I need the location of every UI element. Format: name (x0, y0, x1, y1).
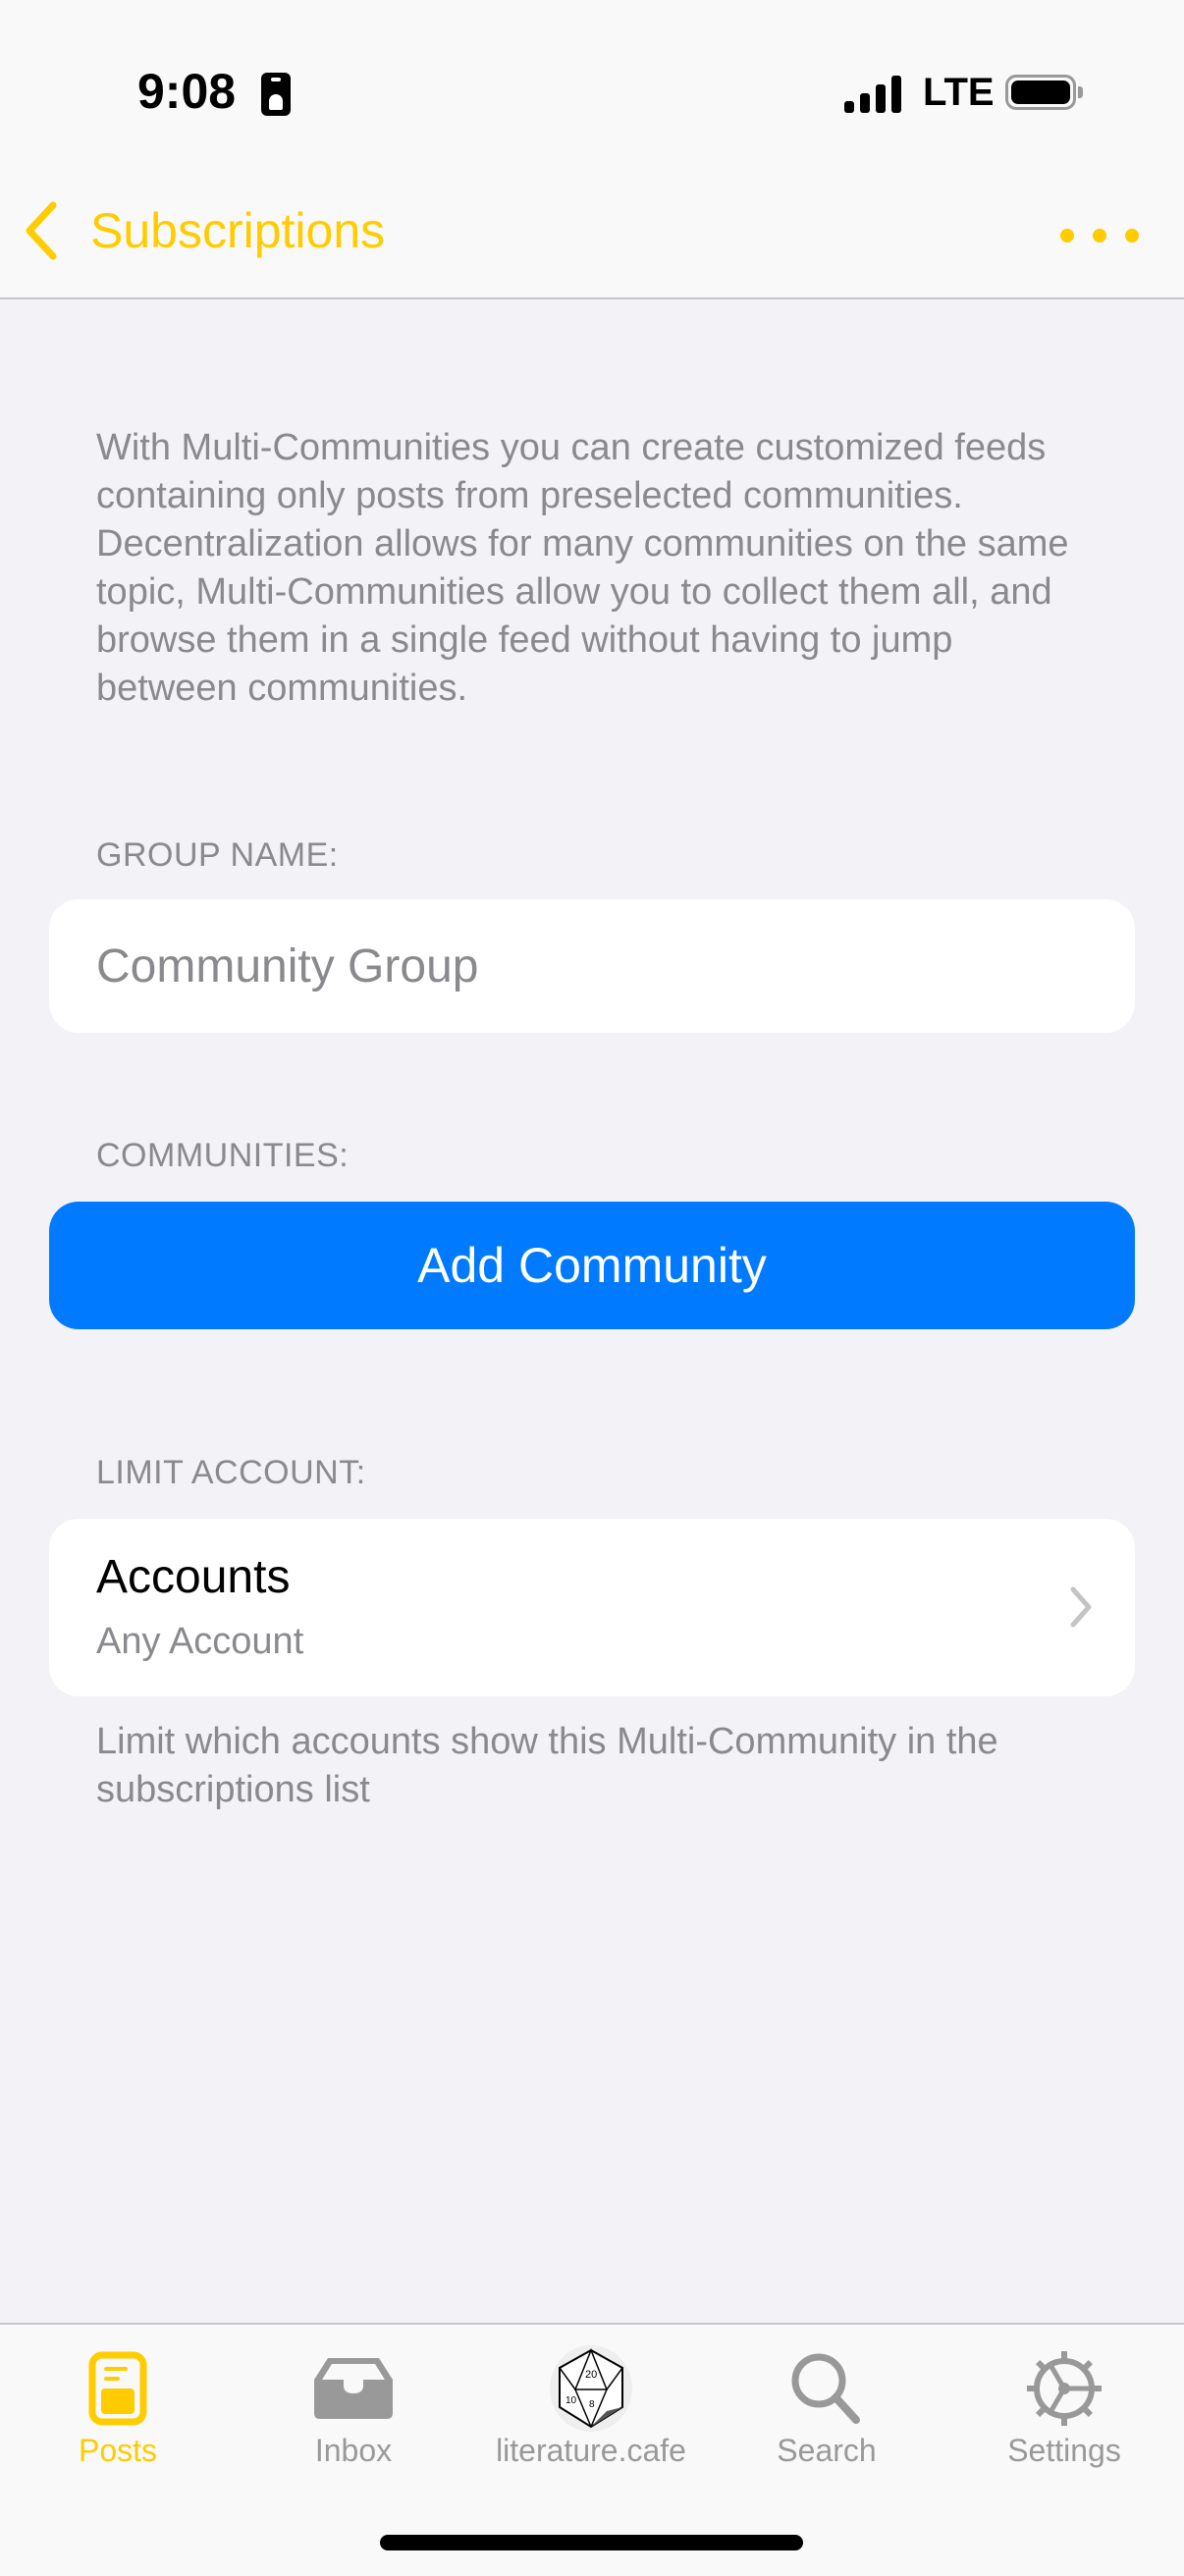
tab-label: Search (777, 2433, 877, 2468)
tab-label: literature.cafe (496, 2433, 686, 2468)
ellipsis-dot (1125, 229, 1139, 242)
tab-label: Settings (1007, 2433, 1121, 2468)
group-name-input[interactable] (49, 899, 1135, 1033)
tab-search[interactable]: Search (728, 2325, 925, 2482)
back-button[interactable]: Subscriptions (20, 196, 385, 265)
add-community-button[interactable]: Add Community (49, 1202, 1135, 1329)
portrait-lock-icon (261, 73, 291, 116)
svg-text:8: 8 (589, 2399, 595, 2410)
more-options-button[interactable] (1060, 216, 1139, 255)
svg-text:20: 20 (585, 2369, 597, 2381)
chevron-right-icon (1070, 1586, 1092, 1628)
tab-settings[interactable]: Settings (966, 2325, 1162, 2482)
gear-icon (1020, 2344, 1108, 2433)
accounts-row-value: Any Account (96, 1621, 304, 1662)
accounts-row[interactable]: Accounts Any Account (49, 1519, 1135, 1696)
status-time: 9:08 (137, 64, 237, 119)
tab-posts[interactable]: Posts (20, 2325, 216, 2482)
multi-community-description: With Multi-Communities you can create cu… (96, 427, 1069, 709)
home-indicator[interactable] (380, 2535, 803, 2550)
ellipsis-dot (1060, 229, 1074, 242)
d20-dice-avatar-icon: 20 10 8 (547, 2344, 635, 2433)
chevron-left-icon (26, 201, 57, 260)
group-name-label: GROUP NAME: (96, 836, 339, 874)
back-label: Subscriptions (90, 203, 386, 258)
ellipsis-dot (1093, 229, 1106, 242)
battery-icon (1005, 75, 1076, 110)
limit-account-label: LIMIT ACCOUNT: (96, 1454, 366, 1491)
tab-label: Posts (78, 2433, 158, 2468)
inbox-tray-icon (309, 2344, 398, 2433)
tab-instance[interactable]: 20 10 8 literature.cafe (493, 2325, 689, 2482)
posts-icon (74, 2344, 162, 2433)
signal-icon (844, 76, 903, 113)
communities-label: COMMUNITIES: (96, 1137, 350, 1174)
navigation-bar: Subscriptions (0, 157, 1184, 299)
svg-text:10: 10 (565, 2395, 577, 2406)
magnifying-glass-icon (782, 2344, 871, 2433)
network-type: LTE (923, 71, 995, 114)
tab-label: Inbox (314, 2433, 393, 2468)
battery-tip (1078, 86, 1083, 98)
tab-inbox[interactable]: Inbox (255, 2325, 452, 2482)
limit-account-footnote: Limit which accounts show this Multi-Com… (96, 1721, 998, 1810)
status-bar: 9:08 LTE (0, 0, 1184, 157)
accounts-row-title: Accounts (96, 1551, 291, 1603)
